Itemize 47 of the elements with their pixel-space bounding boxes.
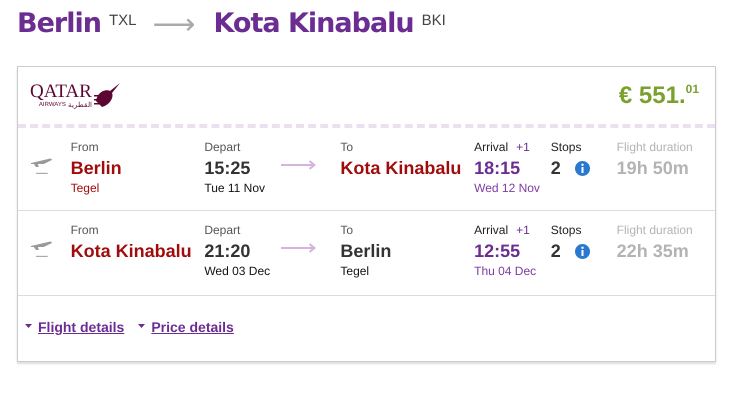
stops-count: 2 [550, 240, 561, 263]
origin-code: TXL [108, 12, 136, 29]
arrival-label: Arrival [474, 223, 508, 238]
depart-label: Depart [204, 223, 242, 238]
flight-duration: 19h 50m [616, 157, 690, 180]
day-offset: +1 [516, 140, 530, 155]
depart-time: 15:25 [204, 157, 252, 180]
from-city: Berlin [70, 157, 123, 180]
caret-icon [25, 324, 32, 328]
arrival-date: Wed 12 Nov [474, 181, 541, 196]
arrival-label: Arrival [474, 140, 508, 155]
stops-count: 2 [550, 157, 561, 180]
depart-label: Depart [204, 140, 242, 155]
to-city: Kota Kinabalu [340, 157, 462, 180]
origin-city: Berlin [17, 8, 101, 39]
arrival-time: 18:15 [474, 157, 522, 180]
stops-label: Stops [550, 223, 582, 238]
arrow-icon [281, 160, 316, 170]
day-offset: +1 [516, 223, 530, 238]
info-icon[interactable] [574, 244, 590, 258]
from-label: From [70, 223, 100, 238]
airline-name: QATAR [30, 82, 92, 100]
price: € 551.$^{01}$ [618, 82, 699, 110]
details-link[interactable]: Price details [138, 319, 234, 335]
arrow-icon [281, 243, 316, 253]
info-icon[interactable] [574, 160, 590, 176]
to-airport: Tegel [340, 264, 370, 279]
destination-code: BKI [422, 12, 446, 29]
from-airport: Tegel [70, 181, 100, 196]
to-label: To [340, 223, 354, 238]
details-link[interactable]: Flight details [25, 319, 124, 335]
route-arrow: ⟶ [152, 8, 196, 42]
duration-label: Flight duration [616, 223, 694, 238]
from-label: From [70, 140, 100, 155]
depart-time: 21:20 [204, 240, 252, 263]
to-label: To [340, 140, 354, 155]
arrival-time: 12:55 [474, 240, 522, 263]
stops-label: Stops [550, 140, 582, 155]
to-city: Berlin [340, 240, 392, 263]
duration-label: Flight duration [616, 140, 694, 155]
destination-city: Kota Kinabalu [213, 8, 414, 39]
depart-date: Wed 03 Dec [204, 264, 272, 279]
from-city: Kota Kinabalu [70, 240, 193, 263]
depart-date: Tue 11 Nov [204, 181, 266, 196]
arrival-date: Thu 04 Dec [474, 264, 538, 279]
caret-icon [138, 324, 146, 328]
flight-duration: 22h 35m [616, 240, 690, 263]
